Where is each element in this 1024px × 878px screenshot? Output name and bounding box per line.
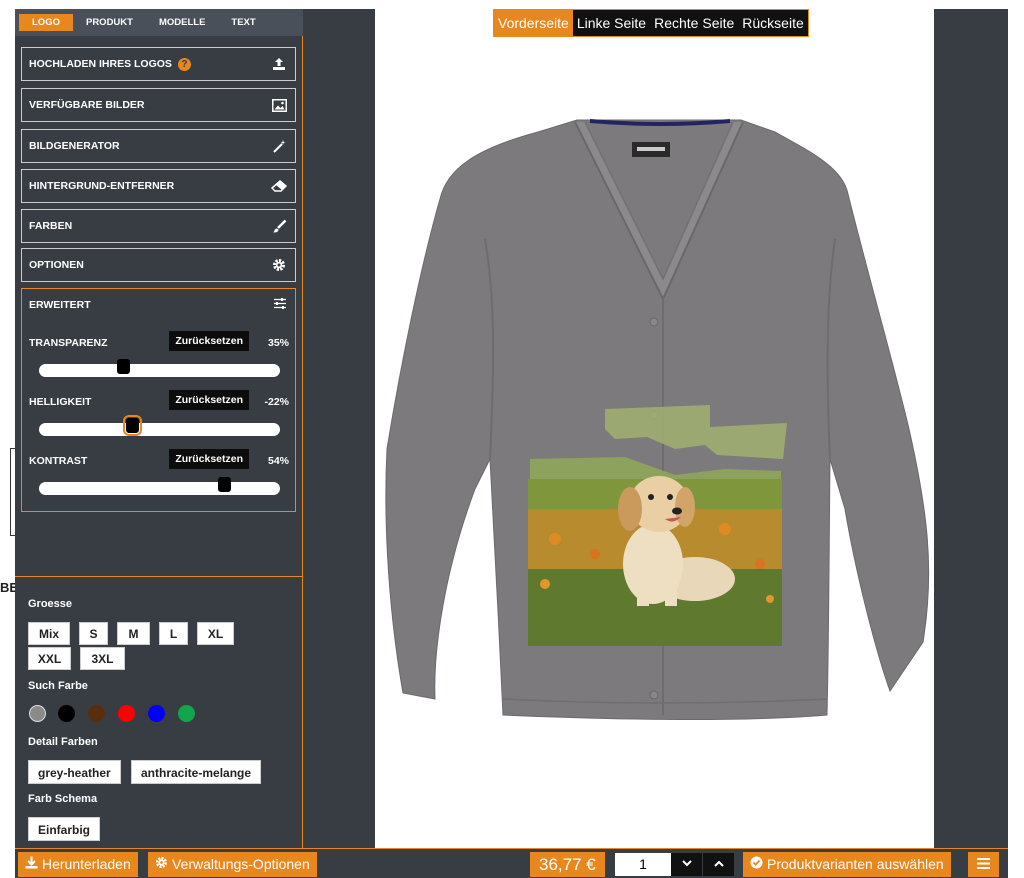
transparency-slider-track[interactable] [39, 364, 280, 377]
admin-options-label: Verwaltungs-Optionen [172, 856, 310, 872]
upload-logo-section[interactable]: HOCHLADEN IHRES LOGOS ? [21, 47, 296, 81]
upload-logo-label: HOCHLADEN IHRES LOGOS [29, 58, 172, 70]
view-back[interactable]: Rückseite [738, 10, 807, 36]
tab-logo[interactable]: LOGO [19, 14, 73, 31]
options-label: OPTIONEN [29, 259, 84, 271]
size-s-button[interactable]: S [79, 622, 108, 645]
view-left[interactable]: Linke Seite [573, 10, 650, 36]
quantity-decrease-button[interactable] [671, 853, 702, 876]
view-selector: Vorderseite Linke Seite Rechte Seite Rüc… [493, 9, 809, 37]
panel-divider [15, 576, 303, 577]
colors-section[interactable]: FARBEN [21, 209, 296, 243]
available-images-label: VERFÜGBARE BILDER [29, 99, 145, 111]
gear-icon [155, 852, 168, 877]
download-button[interactable]: Herunterladen [18, 852, 138, 877]
page-top-strip [0, 0, 1024, 9]
panel-tabs: LOGO PRODUKT MODELLE TEXT [15, 9, 303, 36]
transparency-label: TRANSPARENZ [29, 337, 108, 349]
options-section[interactable]: OPTIONEN [21, 248, 296, 282]
brightness-reset-button[interactable]: Zurücksetzen [169, 390, 249, 410]
price-badge: 36,77 € [530, 852, 605, 877]
select-variants-label: Produktvarianten auswählen [767, 856, 944, 872]
size-3xl-button[interactable]: 3XL [80, 647, 125, 670]
upload-icon [271, 56, 287, 72]
detail-color-grey-heather[interactable]: grey-heather [28, 760, 121, 784]
chevron-down-icon [681, 860, 692, 867]
quantity-increase-button[interactable] [703, 853, 734, 876]
contrast-slider-track[interactable] [39, 482, 280, 495]
colors-label: FARBEN [29, 220, 73, 232]
contrast-slider-thumb[interactable] [218, 477, 232, 492]
chevron-up-icon [713, 860, 724, 867]
download-icon [25, 852, 38, 877]
transparency-slider-row: TRANSPARENZ Zurücksetzen 35% [29, 331, 289, 397]
advanced-section: ERWEITERT TRANSPARENZ Zurücksetzen 35% H… [21, 288, 296, 512]
tab-produkt[interactable]: PRODUKT [73, 14, 146, 31]
detail-color-anthracite-melange[interactable]: anthracite-melange [131, 760, 262, 784]
brightness-label: HELLIGKEIT [29, 396, 92, 408]
paintbrush-icon [271, 218, 287, 234]
transparency-reset-button[interactable]: Zurücksetzen [169, 331, 249, 351]
brightness-value: -22% [264, 396, 289, 408]
button-5 [649, 690, 659, 700]
tab-text[interactable]: TEXT [218, 14, 268, 31]
check-circle-icon [750, 852, 763, 877]
color-swatch-grey[interactable] [29, 705, 46, 722]
brightness-slider-row: HELLIGKEIT Zurücksetzen -22% [29, 390, 289, 456]
design-canvas[interactable] [375, 9, 934, 848]
download-label: Herunterladen [42, 856, 131, 872]
view-front[interactable]: Vorderseite [494, 10, 573, 36]
eraser-icon [271, 178, 287, 194]
product-preview-svg [385, 119, 930, 720]
contrast-slider-row: KONTRAST Zurücksetzen 54% [29, 449, 289, 515]
button-1 [649, 317, 659, 327]
color-swatch-blue[interactable] [148, 705, 165, 722]
brightness-slider-track[interactable] [39, 423, 280, 436]
gear-icon [271, 257, 287, 273]
size-l-button[interactable]: L [159, 622, 188, 645]
select-variants-button[interactable]: Produktvarianten auswählen [743, 852, 951, 877]
detail-colors-label: Detail Farben [28, 736, 98, 748]
hamburger-menu-icon [977, 852, 990, 877]
background-remover-section[interactable]: HINTERGRUND-ENTFERNER [21, 169, 296, 203]
contrast-label: KONTRAST [29, 455, 88, 467]
search-color-label: Such Farbe [28, 680, 88, 692]
image-generator-section[interactable]: BILDGENERATOR [21, 129, 296, 163]
color-swatch-red[interactable] [118, 705, 135, 722]
size-label: Groesse [28, 598, 73, 610]
sliders-icon[interactable] [273, 297, 287, 315]
size-xxl-button[interactable]: XXL [28, 647, 71, 670]
background-page [0, 0, 15, 878]
brightness-slider-thumb[interactable] [123, 415, 143, 436]
magic-wand-icon [271, 138, 287, 154]
help-icon[interactable]: ? [177, 57, 191, 71]
size-xl-button[interactable]: XL [197, 622, 234, 645]
color-scheme-label: Farb Schema [28, 793, 98, 805]
size-mix-button[interactable]: Mix [28, 622, 70, 645]
image-generator-label: BILDGENERATOR [29, 140, 120, 152]
color-swatch-green[interactable] [178, 705, 195, 722]
contrast-value: 54% [267, 455, 289, 467]
size-m-button[interactable]: M [117, 622, 150, 645]
background-page-right [1008, 0, 1024, 878]
view-right[interactable]: Rechte Seite [650, 10, 738, 36]
advanced-label: ERWEITERT [29, 299, 91, 311]
tab-modelle[interactable]: MODELLE [146, 14, 218, 31]
admin-options-button[interactable]: Verwaltungs-Optionen [148, 852, 317, 877]
available-images-section[interactable]: VERFÜGBARE BILDER [21, 88, 296, 122]
menu-button[interactable] [968, 852, 999, 877]
color-swatch-brown[interactable] [88, 705, 105, 722]
color-swatch-black[interactable] [58, 705, 75, 722]
transparency-value: 35% [267, 337, 289, 349]
quantity-input[interactable]: 1 [615, 853, 671, 876]
contrast-reset-button[interactable]: Zurücksetzen [169, 449, 249, 469]
color-scheme-einfarbig[interactable]: Einfarbig [28, 817, 101, 841]
background-remover-label: HINTERGRUND-ENTFERNER [29, 180, 175, 192]
transparency-slider-thumb[interactable] [116, 359, 130, 374]
image-icon [271, 97, 287, 113]
